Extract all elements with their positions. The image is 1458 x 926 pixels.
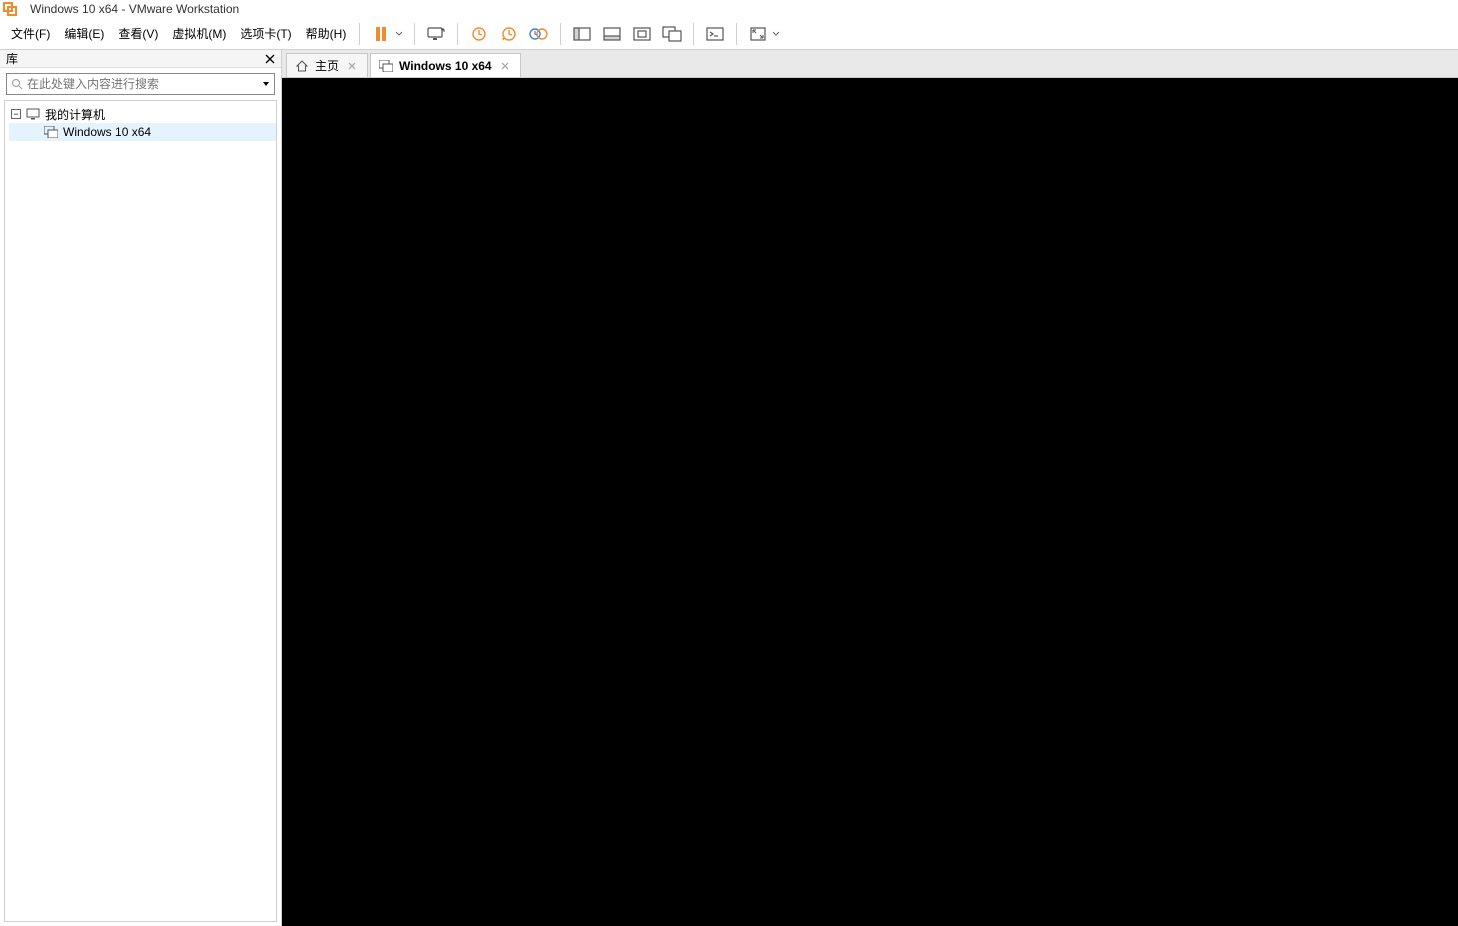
- fullscreen-button[interactable]: [744, 20, 772, 48]
- toolbar-separator: [457, 23, 458, 45]
- tab-vm-label: Windows 10 x64: [399, 59, 492, 73]
- tab-bar: 主页 Windows 10 x64: [282, 50, 1458, 78]
- pause-dropdown[interactable]: [394, 30, 404, 38]
- toolbar-separator: [359, 23, 360, 45]
- menu-help[interactable]: 帮助(H): [299, 21, 354, 46]
- title-bar: Windows 10 x64 - VMware Workstation: [0, 0, 1458, 18]
- tab-home-close[interactable]: [345, 59, 359, 73]
- snapshot-revert-button[interactable]: [495, 20, 523, 48]
- console-view-button[interactable]: [701, 20, 729, 48]
- app-icon: [2, 1, 18, 17]
- library-panel: 库 − 我的计算机: [0, 50, 282, 926]
- content-panel: 主页 Windows 10 x64: [282, 50, 1458, 926]
- menu-file[interactable]: 文件(F): [4, 21, 57, 46]
- tree-expander[interactable]: −: [11, 109, 21, 119]
- menu-tabs[interactable]: 选项卡(T): [233, 21, 298, 46]
- toolbar-separator: [414, 23, 415, 45]
- tree-item-windows10[interactable]: Windows 10 x64: [9, 123, 276, 141]
- menu-view[interactable]: 查看(V): [111, 21, 165, 46]
- menu-vm[interactable]: 虚拟机(M): [165, 21, 233, 46]
- library-search-box[interactable]: [6, 73, 275, 95]
- library-search-wrap: [0, 68, 281, 100]
- toolbar-separator: [736, 23, 737, 45]
- fit-guest-button[interactable]: [628, 20, 656, 48]
- vm-display[interactable]: [282, 78, 1458, 926]
- tab-home-label: 主页: [315, 57, 339, 74]
- tab-home[interactable]: 主页: [286, 53, 368, 77]
- tree-item-label: Windows 10 x64: [63, 125, 151, 139]
- show-library-button[interactable]: [568, 20, 596, 48]
- menu-bar: 文件(F) 编辑(E) 查看(V) 虚拟机(M) 选项卡(T) 帮助(H): [0, 18, 1458, 50]
- library-header: 库: [0, 50, 281, 68]
- search-icon: [7, 78, 27, 90]
- tree-root-label: 我的计算机: [45, 106, 105, 123]
- home-icon: [295, 59, 309, 73]
- main-area: 库 − 我的计算机: [0, 50, 1458, 926]
- send-cad-button[interactable]: [422, 20, 450, 48]
- snapshot-manager-button[interactable]: [525, 20, 553, 48]
- vm-icon: [43, 125, 59, 139]
- library-title: 库: [6, 50, 18, 67]
- tab-vm[interactable]: Windows 10 x64: [370, 53, 521, 77]
- toolbar-separator: [693, 23, 694, 45]
- library-search-input[interactable]: [27, 74, 256, 94]
- vm-tab-icon: [379, 59, 393, 73]
- fullscreen-dropdown[interactable]: [771, 30, 781, 38]
- monitor-icon: [25, 107, 41, 121]
- library-close-button[interactable]: [263, 52, 277, 66]
- show-thumbnail-button[interactable]: [598, 20, 626, 48]
- library-tree: − 我的计算机 Windows 10 x64: [4, 100, 277, 922]
- library-search-dropdown[interactable]: [256, 80, 274, 88]
- pause-button[interactable]: [367, 20, 395, 48]
- tree-root-my-computer[interactable]: − 我的计算机: [9, 105, 276, 123]
- window-title: Windows 10 x64 - VMware Workstation: [30, 2, 239, 16]
- free-stretch-button[interactable]: [658, 20, 686, 48]
- toolbar-separator: [560, 23, 561, 45]
- tab-vm-close[interactable]: [498, 59, 512, 73]
- menu-edit[interactable]: 编辑(E): [57, 21, 111, 46]
- snapshot-take-button[interactable]: [465, 20, 493, 48]
